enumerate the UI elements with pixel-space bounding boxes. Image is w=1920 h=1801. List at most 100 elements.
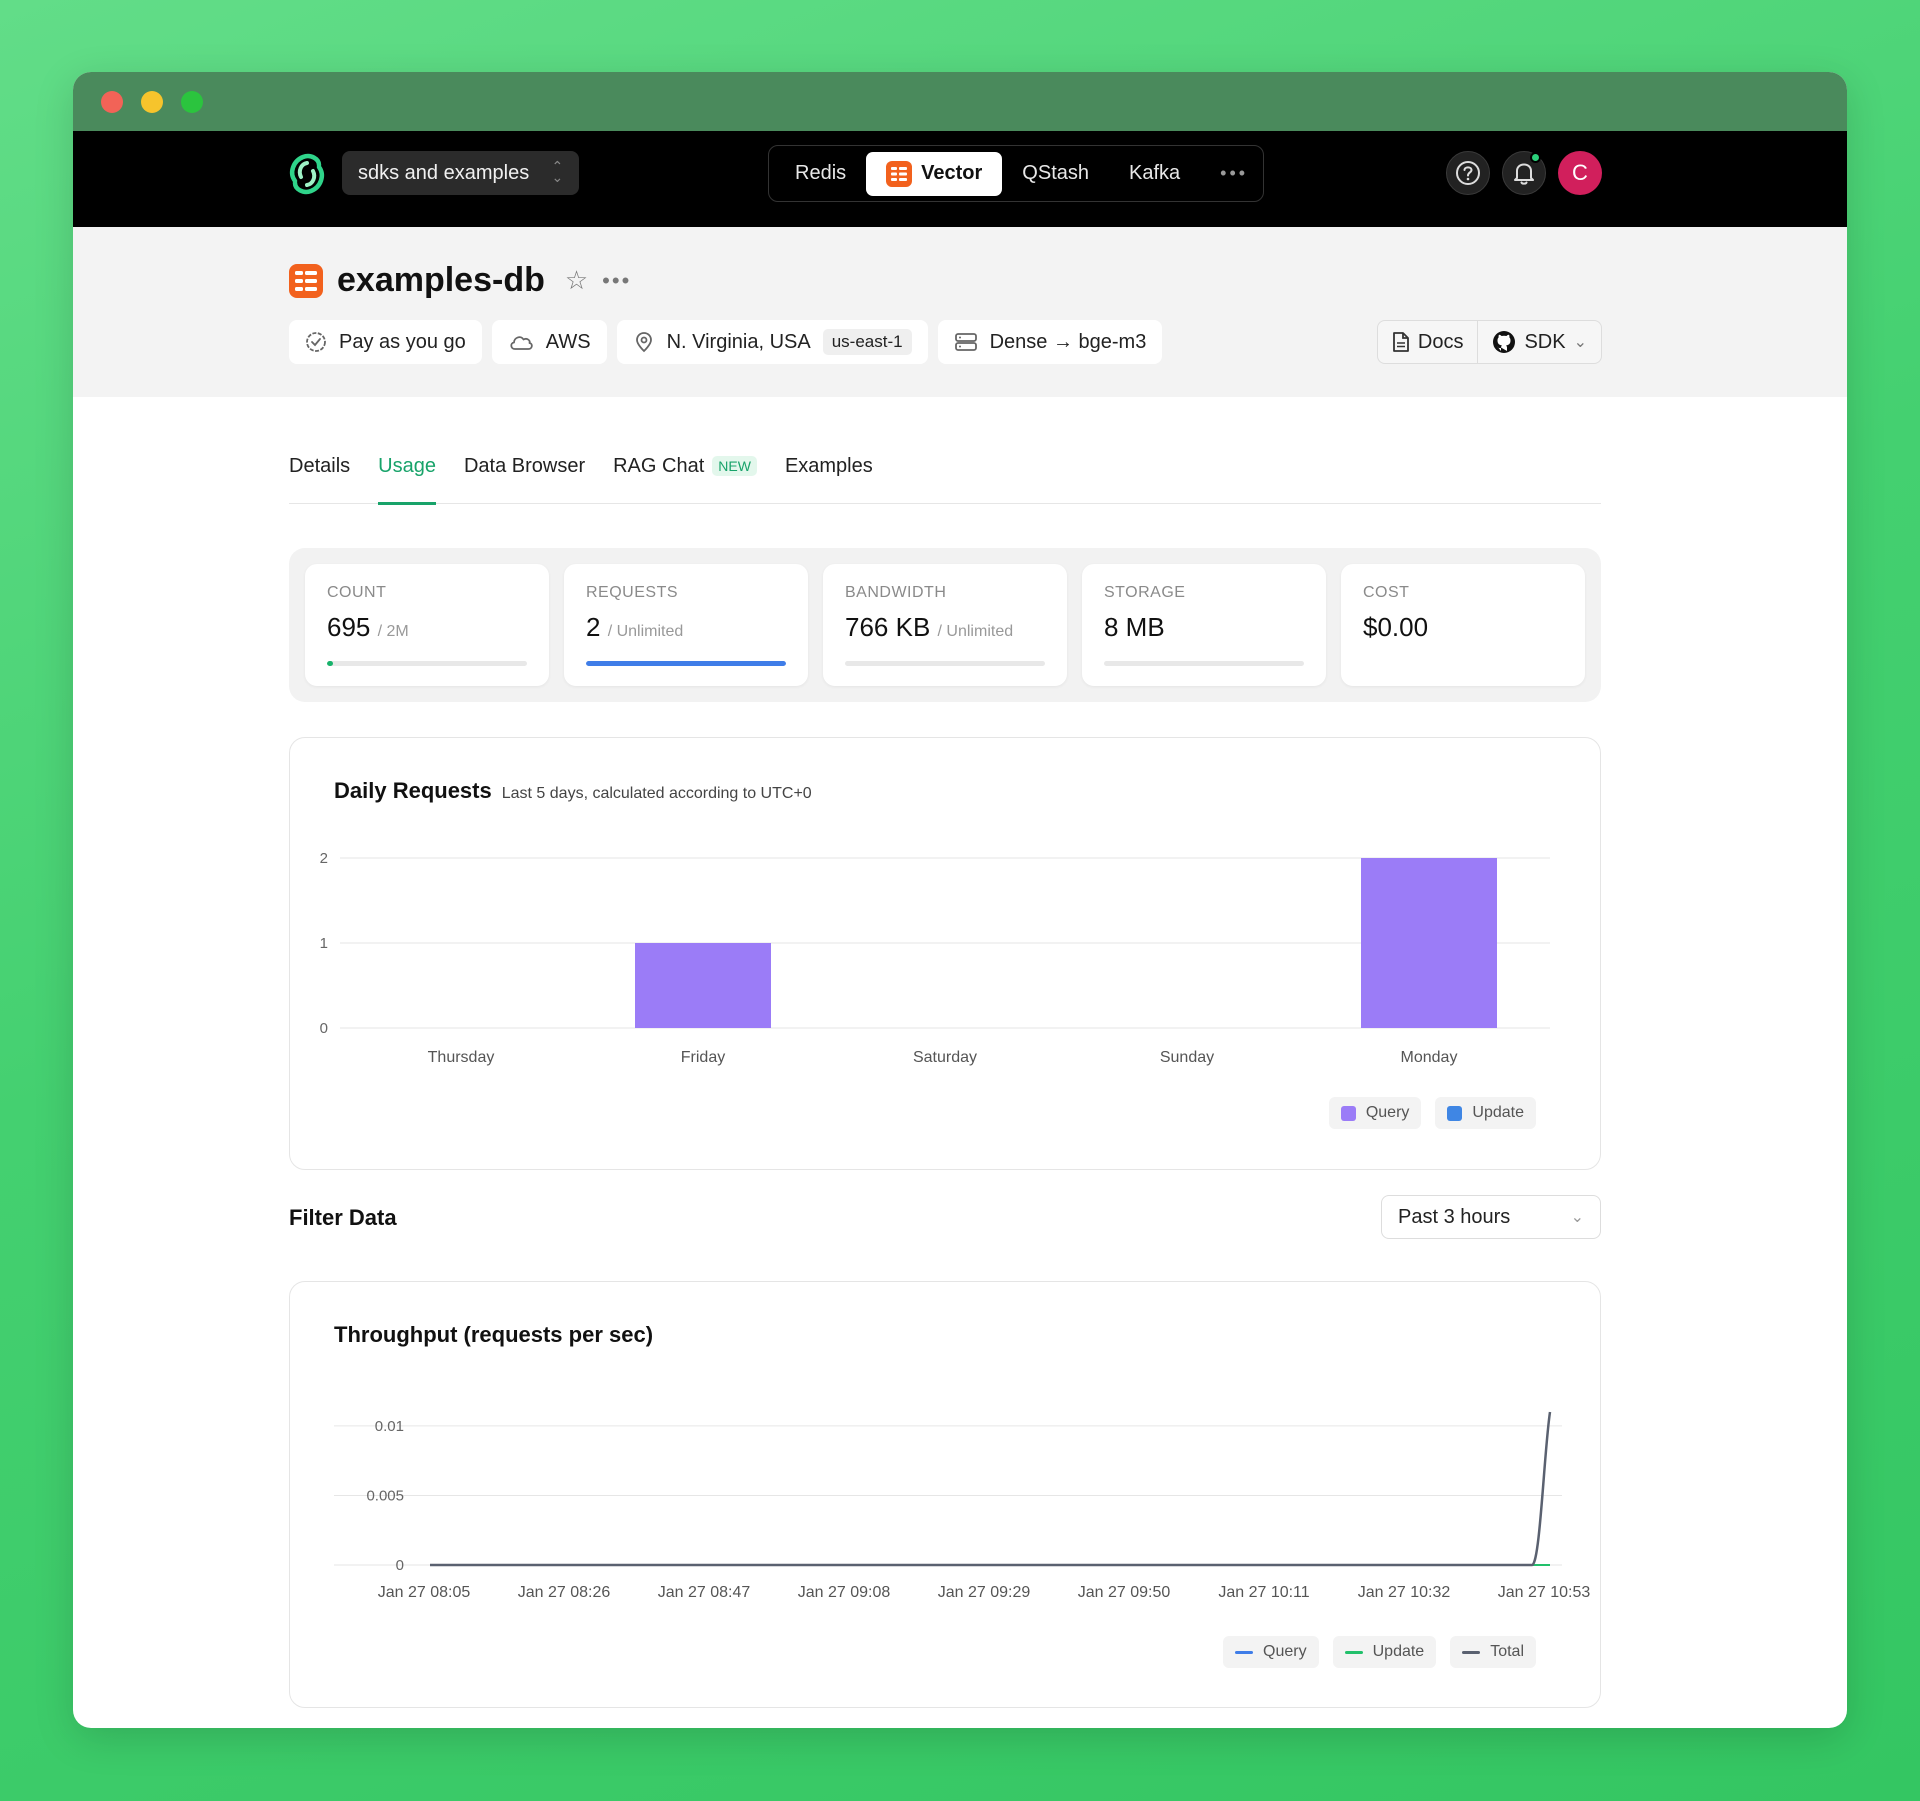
index-type-pill: Dense → bge-m3	[937, 320, 1163, 364]
notifications-button[interactable]	[1502, 151, 1546, 195]
more-products-icon[interactable]: •••	[1200, 152, 1268, 196]
tab-usage[interactable]: Usage	[378, 455, 436, 505]
x-tick-label: Jan 27 10:11	[1218, 1584, 1309, 1601]
legend-swatch	[1235, 1650, 1254, 1654]
daily-requests-title-row: Daily Requests Last 5 days, calculated a…	[334, 778, 812, 804]
tab-label: Details	[289, 455, 351, 477]
x-tick-label: Sunday	[1160, 1049, 1214, 1066]
region-label: N. Virginia, USA	[666, 330, 811, 353]
index-type-label: Dense → bge-m3	[989, 330, 1147, 353]
upstash-logo-icon[interactable]	[287, 151, 327, 197]
legend-item-update[interactable]: Update	[1332, 1636, 1437, 1668]
maximize-window-button[interactable]	[181, 90, 203, 113]
bell-icon	[1514, 163, 1534, 185]
x-tick-label: Jan 27 09:29	[938, 1584, 1031, 1601]
stat-value: 2	[586, 612, 601, 642]
stat-limit: / Unlimited	[937, 623, 1014, 640]
plan-pill: Pay as you go	[289, 320, 482, 364]
stat-value: 766 KB	[845, 612, 931, 642]
chart-subtitle: Last 5 days, calculated according to UTC…	[501, 785, 812, 802]
tab-examples[interactable]: Examples	[785, 455, 873, 504]
legend-label: Query	[1263, 1643, 1307, 1660]
tab-label: RAG Chat	[613, 455, 705, 477]
product-tab-vector[interactable]: Vector	[866, 151, 1003, 196]
document-icon	[1392, 332, 1409, 352]
stat-card-requests: REQUESTS 2 / Unlimited	[564, 564, 808, 686]
legend-item-total[interactable]: Total	[1450, 1636, 1536, 1668]
stat-card-count: COUNT 695 / 2M	[305, 564, 549, 686]
database-info-pills: Pay as you go AWS N. Virginia, USA us-ea…	[289, 320, 1163, 364]
x-tick-label: Jan 27 08:47	[658, 1584, 751, 1601]
minimize-window-button[interactable]	[141, 90, 163, 113]
filter-data-row: Filter Data Past 3 hours ⌄	[289, 1195, 1601, 1239]
user-avatar[interactable]: C	[1558, 151, 1602, 195]
tab-rag-chat[interactable]: RAG Chat NEW	[613, 455, 757, 504]
time-range-select[interactable]: Past 3 hours ⌄	[1381, 1195, 1601, 1239]
stat-value-row: 2 / Unlimited	[586, 612, 786, 643]
window-titlebar	[73, 72, 1847, 131]
vector-db-icon	[289, 263, 323, 298]
stat-label: COST	[1363, 584, 1410, 601]
docs-label: Docs	[1417, 330, 1464, 353]
legend-label: Total	[1490, 1643, 1524, 1660]
product-tab-label: Redis	[795, 162, 847, 184]
stat-limit: / Unlimited	[607, 623, 684, 640]
y-tick-label: 0	[320, 1020, 328, 1037]
legend-item-query[interactable]: Query	[1223, 1636, 1319, 1668]
vector-icon	[886, 160, 913, 187]
legend-item-update[interactable]: Update	[1435, 1097, 1536, 1129]
x-tick-label: Jan 27 08:26	[518, 1584, 611, 1601]
throughput-chart: 0 0.005 0.01 Jan 27 08:05 Jan 27 08:26 Jan 27…	[334, 1411, 1590, 1601]
product-tab-redis[interactable]: Redis	[775, 152, 866, 196]
legend-label: Update	[1372, 1643, 1425, 1660]
browser-window: sdks and examples ⌃ ⌄ Redis Vector QStash…	[73, 72, 1847, 1728]
tab-details[interactable]: Details	[289, 455, 350, 504]
stat-progress-bar	[1104, 661, 1304, 666]
x-tick-label: Jan 27 10:32	[1358, 1584, 1451, 1601]
stat-value-row: 766 KB / Unlimited	[845, 612, 1045, 643]
help-button[interactable]	[1446, 151, 1490, 195]
stat-value-row: $0.00	[1363, 612, 1563, 643]
provider-label: AWS	[545, 330, 591, 353]
github-icon	[1493, 331, 1516, 353]
stat-label: REQUESTS	[586, 584, 679, 601]
sdk-label: SDK	[1524, 330, 1566, 353]
y-tick-label: 0.005	[366, 1487, 404, 1504]
sdk-dropdown[interactable]: SDK ⌄	[1477, 321, 1601, 363]
legend-item-query[interactable]: Query	[1328, 1097, 1422, 1129]
more-options-icon[interactable]: •••	[602, 268, 631, 294]
stat-progress-bar	[845, 661, 1045, 666]
provider-pill: AWS	[491, 320, 607, 364]
throughput-title-row: Throughput (requests per sec)	[334, 1322, 653, 1348]
legend-swatch	[1340, 1105, 1356, 1121]
legend-swatch	[1462, 1650, 1481, 1654]
tab-label: Examples	[784, 455, 873, 477]
line-chart-legend: Query Update Total	[1223, 1636, 1536, 1668]
help-icon	[1456, 161, 1480, 185]
product-tab-label: Kafka	[1129, 162, 1181, 184]
y-tick-label: 1	[320, 935, 328, 952]
docs-sdk-group: Docs SDK ⌄	[1376, 320, 1602, 364]
database-tabs: Details Usage Data Browser RAG Chat NEW …	[289, 455, 1601, 505]
daily-requests-card: Daily Requests Last 5 days, calculated a…	[289, 737, 1601, 1170]
stat-label: STORAGE	[1104, 584, 1186, 601]
tab-data-browser[interactable]: Data Browser	[464, 455, 585, 504]
product-tab-qstash[interactable]: QStash	[1002, 152, 1109, 196]
stat-progress-bar	[327, 661, 527, 666]
x-tick-label: Jan 27 09:50	[1078, 1584, 1171, 1601]
y-tick-label: 2	[320, 850, 328, 867]
x-tick-label: Thursday	[428, 1049, 495, 1066]
bar-query	[635, 943, 771, 1028]
usage-stats: COUNT 695 / 2M REQUESTS 2 / Unlimited BA…	[289, 548, 1601, 702]
product-tab-kafka[interactable]: Kafka	[1109, 152, 1200, 196]
chevron-down-icon: ⌄	[1573, 334, 1587, 351]
docs-button[interactable]: Docs	[1378, 321, 1478, 363]
star-icon[interactable]: ☆	[565, 265, 588, 296]
database-header: examples-db ☆ ••• Pay as you go AWS N. V…	[73, 227, 1847, 397]
legend-swatch	[1447, 1105, 1463, 1121]
product-tabs: Redis Vector QStash Kafka •••	[768, 145, 1264, 202]
close-window-button[interactable]	[101, 90, 123, 113]
project-selector[interactable]: sdks and examples ⌃ ⌄	[342, 151, 580, 195]
stat-limit: / 2M	[377, 623, 409, 640]
page-title: examples-db	[337, 261, 545, 299]
